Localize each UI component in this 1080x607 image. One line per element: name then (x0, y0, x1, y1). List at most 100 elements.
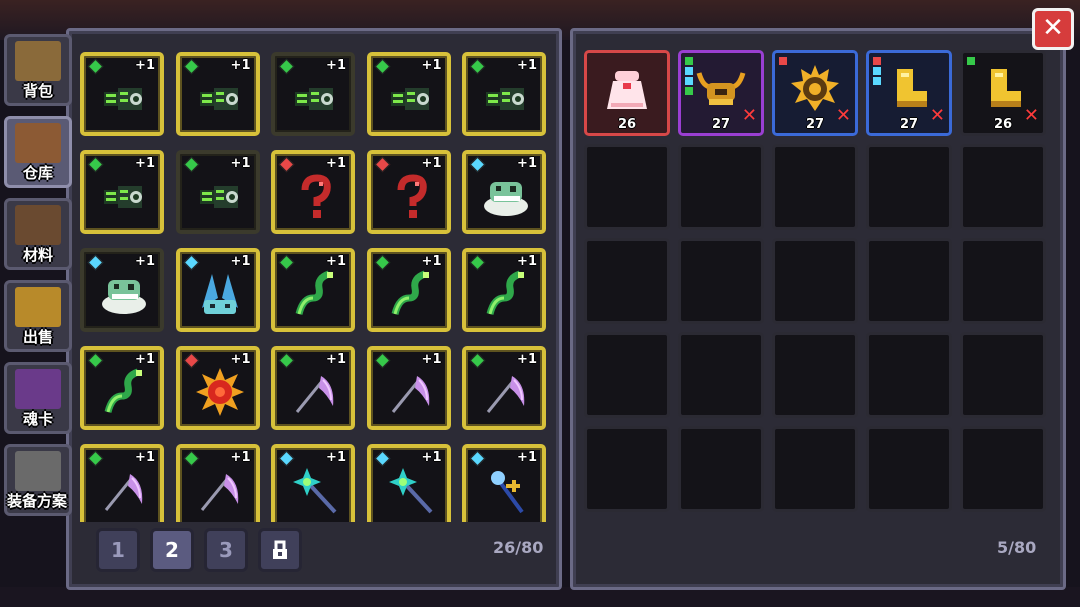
page-button-3[interactable]: 3 (204, 528, 248, 572)
remove-icon[interactable]: ✕ (836, 107, 851, 125)
item-art (480, 170, 532, 222)
item-art (385, 72, 437, 124)
storage-slot[interactable]: +1 (462, 150, 546, 234)
storage-slot[interactable]: +1 (80, 346, 164, 430)
page-button-2[interactable]: 2 (150, 528, 194, 572)
item-art (883, 63, 935, 115)
empty-slot[interactable] (772, 426, 858, 512)
equipped-slot[interactable]: 27 ✕ (678, 50, 764, 136)
item-art (98, 268, 150, 320)
empty-slot[interactable] (960, 426, 1046, 512)
storage-chest-icon (15, 123, 61, 163)
storage-slot[interactable]: +1 (462, 346, 546, 430)
storage-slot[interactable]: +1 (462, 444, 546, 522)
tab-1[interactable]: 背包 (4, 34, 72, 106)
lock-page-button[interactable] (258, 528, 302, 572)
upgrade-level: +1 (517, 254, 537, 269)
remove-icon[interactable]: ✕ (1024, 107, 1039, 125)
tab-label: 背包 (22, 82, 53, 100)
golden-boots-icon (897, 69, 927, 107)
storage-slot[interactable]: +1 (80, 444, 164, 522)
gem-sockets (873, 57, 883, 87)
tab-label: 装备方案 (7, 492, 68, 510)
empty-slot[interactable] (960, 332, 1046, 418)
empty-slot[interactable] (678, 426, 764, 512)
empty-slot[interactable] (866, 144, 952, 230)
empty-slot[interactable] (772, 332, 858, 418)
item-art (480, 464, 532, 516)
storage-slot[interactable]: +1 (271, 444, 355, 522)
storage-slot[interactable]: +1 (175, 444, 260, 522)
upgrade-level: +1 (421, 450, 442, 465)
storage-slot[interactable]: +1 (462, 248, 546, 332)
remove-icon[interactable]: ✕ (930, 107, 945, 125)
empty-slot[interactable] (678, 238, 764, 324)
empty-slot[interactable] (866, 238, 952, 324)
storage-slot[interactable]: +1 (271, 52, 355, 136)
empty-slot[interactable] (772, 144, 858, 230)
empty-slot[interactable] (584, 144, 670, 230)
storage-slot[interactable]: +1 (80, 150, 164, 234)
upgrade-level: +1 (135, 58, 155, 73)
page-button-1[interactable]: 1 (96, 528, 140, 572)
purple-scythe-icon (391, 376, 429, 413)
storage-slot[interactable]: +1 (366, 150, 451, 234)
tab-4[interactable]: 出售 (4, 280, 72, 352)
pink-robe-icon (607, 71, 647, 109)
teal-star-staff-icon (293, 468, 337, 514)
empty-slot[interactable] (584, 238, 670, 324)
equipped-slot[interactable]: 26 (584, 50, 670, 136)
gem-sockets (967, 57, 977, 67)
item-art (289, 170, 341, 222)
storage-slot[interactable]: +1 (175, 150, 260, 234)
storage-slot[interactable]: +1 (271, 150, 355, 234)
red-sun-orb-icon (195, 368, 244, 416)
storage-slot[interactable]: +1 (366, 346, 451, 430)
storage-slot[interactable]: +1 (80, 52, 164, 136)
empty-slot[interactable] (866, 332, 952, 418)
equipped-slot[interactable]: 27 ✕ (866, 50, 952, 136)
equipped-slot[interactable]: 27 ✕ (772, 50, 858, 136)
storage-slot[interactable]: +1 (271, 248, 355, 332)
storage-slot[interactable]: +1 (366, 444, 451, 522)
upgrade-level: +1 (517, 450, 537, 465)
storage-slot[interactable]: +1 (271, 346, 355, 430)
storage-slot[interactable]: +1 (462, 52, 546, 136)
tab-3[interactable]: 材料 (4, 198, 72, 270)
purple-scythe-icon (104, 474, 143, 511)
gem-sockets (779, 57, 789, 67)
tab-2[interactable]: 仓库 (4, 116, 72, 188)
equipped-slot[interactable]: 26 ✕ (960, 50, 1046, 136)
storage-slot[interactable]: +1 (366, 52, 451, 136)
empty-slot[interactable] (960, 144, 1046, 230)
empty-slot[interactable] (772, 238, 858, 324)
storage-slot[interactable]: +1 (366, 248, 451, 332)
item-art (194, 72, 246, 124)
empty-slot[interactable] (584, 426, 670, 512)
empty-slot[interactable] (678, 332, 764, 418)
storage-slot[interactable]: +1 (175, 248, 260, 332)
upgrade-level: +1 (230, 58, 251, 73)
socket-gem-icon (873, 57, 881, 65)
background-bottom (0, 587, 1080, 607)
item-art (194, 366, 246, 418)
item-art (98, 366, 150, 418)
empty-slot[interactable] (960, 238, 1046, 324)
empty-slot[interactable] (866, 426, 952, 512)
upgrade-level: +1 (326, 156, 346, 171)
close-button[interactable]: ✕ (1032, 8, 1074, 50)
green-serpent-icon (104, 88, 142, 110)
storage-slot[interactable]: +1 (175, 346, 260, 430)
green-serpent-icon (199, 88, 238, 110)
storage-slot[interactable]: +1 (175, 52, 260, 136)
green-serpent-icon (486, 88, 524, 110)
empty-slot[interactable] (678, 144, 764, 230)
upgrade-level: +1 (135, 352, 155, 367)
equipment-count: 5/80 (997, 538, 1037, 557)
tab-5[interactable]: 魂卡 (4, 362, 72, 434)
storage-slot[interactable]: +1 (80, 248, 164, 332)
item-art (480, 72, 532, 124)
remove-icon[interactable]: ✕ (742, 107, 757, 125)
tab-6[interactable]: 装备方案 (4, 444, 72, 516)
empty-slot[interactable] (584, 332, 670, 418)
